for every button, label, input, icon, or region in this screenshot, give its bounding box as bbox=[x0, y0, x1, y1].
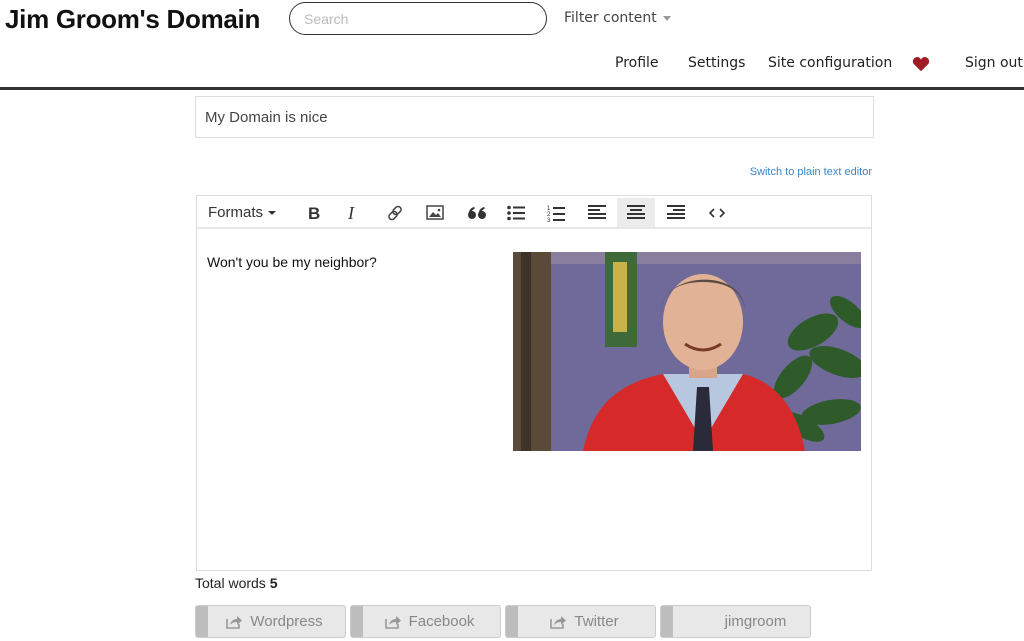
word-count-label: Total words bbox=[195, 575, 266, 591]
share-facebook-label: Facebook bbox=[408, 613, 475, 630]
align-center-button[interactable] bbox=[617, 198, 655, 227]
share-wordpress-button[interactable]: Wordpress bbox=[195, 605, 346, 638]
embedded-photo[interactable] bbox=[513, 252, 861, 451]
svg-text:3: 3 bbox=[547, 218, 551, 222]
italic-button[interactable]: I bbox=[337, 198, 371, 227]
rich-text-editor: Formats B I 123 Won't you be my neighbor… bbox=[196, 195, 872, 571]
nav-sign-out[interactable]: Sign out bbox=[965, 55, 1023, 71]
word-count: Total words 5 bbox=[195, 575, 278, 591]
align-center-icon bbox=[627, 205, 645, 219]
blockquote-icon bbox=[468, 206, 486, 219]
align-left-icon bbox=[588, 205, 606, 219]
link-button[interactable] bbox=[378, 198, 412, 227]
image-button[interactable] bbox=[418, 198, 452, 227]
switch-to-plain-text-link[interactable]: Switch to plain text editor bbox=[750, 166, 872, 178]
toggle-handle bbox=[196, 606, 208, 637]
chevron-down-icon bbox=[662, 15, 671, 21]
code-button[interactable] bbox=[700, 198, 734, 227]
align-right-button[interactable] bbox=[659, 198, 693, 227]
toggle-handle bbox=[661, 606, 673, 637]
bullet-list-icon bbox=[507, 205, 525, 220]
share-icon bbox=[384, 615, 401, 629]
align-right-icon bbox=[667, 205, 685, 219]
site-title[interactable]: Jim Groom's Domain bbox=[5, 4, 260, 35]
post-title-input[interactable] bbox=[195, 96, 874, 138]
caret-down-icon bbox=[268, 210, 276, 215]
code-icon bbox=[709, 207, 725, 218]
link-icon bbox=[388, 205, 402, 220]
toggle-handle bbox=[351, 606, 363, 637]
numbered-list-button[interactable]: 123 bbox=[539, 198, 573, 227]
share-twitter-button[interactable]: Twitter bbox=[505, 605, 656, 638]
bold-button[interactable]: B bbox=[297, 198, 331, 227]
site-header: Jim Groom's Domain Filter content Profil… bbox=[0, 0, 1024, 90]
bullet-list-button[interactable] bbox=[499, 198, 533, 227]
svg-text:B: B bbox=[308, 205, 320, 221]
blockquote-button[interactable] bbox=[460, 198, 494, 227]
image-icon bbox=[426, 205, 444, 220]
svg-text:I: I bbox=[347, 205, 355, 221]
toggle-handle bbox=[506, 606, 518, 637]
editor-toolbar: Formats B I 123 bbox=[197, 196, 871, 229]
nav-settings[interactable]: Settings bbox=[688, 55, 745, 71]
align-left-button[interactable] bbox=[580, 198, 614, 227]
filter-content-label: Filter content bbox=[564, 10, 657, 26]
numbered-list-icon: 123 bbox=[547, 206, 565, 222]
editor-content-area[interactable]: Won't you be my neighbor? bbox=[197, 229, 871, 568]
share-jimgroom-button[interactable]: jimgroom bbox=[660, 605, 811, 638]
formats-dropdown[interactable]: Formats bbox=[201, 198, 283, 227]
nav-site-configuration[interactable]: Site configuration bbox=[768, 55, 892, 71]
nav-profile[interactable]: Profile bbox=[615, 55, 659, 71]
heart-icon[interactable] bbox=[912, 56, 930, 72]
share-icon bbox=[550, 615, 567, 629]
share-icon bbox=[226, 615, 243, 629]
italic-icon: I bbox=[347, 205, 355, 221]
search-input[interactable] bbox=[289, 2, 547, 35]
bold-icon: B bbox=[308, 205, 320, 221]
share-jimgroom-label: jimgroom bbox=[724, 613, 787, 630]
filter-content-dropdown[interactable]: Filter content bbox=[564, 10, 671, 26]
formats-label: Formats bbox=[207, 204, 263, 221]
share-wordpress-label: Wordpress bbox=[250, 613, 323, 630]
word-count-value: 5 bbox=[269, 575, 278, 591]
share-facebook-button[interactable]: Facebook bbox=[350, 605, 501, 638]
post-body-text: Won't you be my neighbor? bbox=[207, 254, 377, 270]
share-twitter-label: Twitter bbox=[574, 613, 619, 630]
